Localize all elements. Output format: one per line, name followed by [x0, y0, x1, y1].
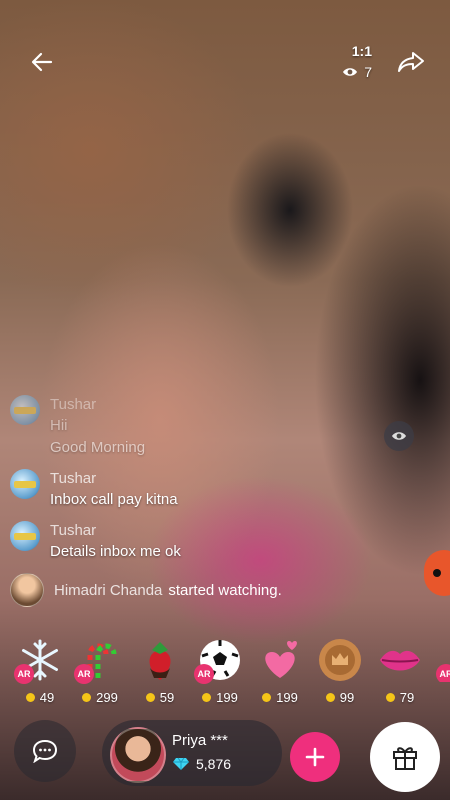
- gift-price: 299: [96, 690, 118, 705]
- avatar[interactable]: [110, 727, 166, 783]
- lips-icon: [378, 638, 422, 682]
- candy-cane-icon: AR: [74, 638, 122, 684]
- chat-username[interactable]: Tushar: [50, 521, 181, 541]
- gift-item[interactable]: 59: [134, 638, 186, 705]
- gift-box-icon: [393, 747, 417, 770]
- strawberry-icon: [138, 638, 182, 682]
- host-profile-card[interactable]: Priya *** 5,876: [102, 720, 282, 786]
- chat-text: Details inbox me ok: [50, 543, 181, 560]
- snowflake-icon: AR: [14, 638, 62, 684]
- dot-icon: [433, 569, 441, 577]
- gift-price: 79: [399, 690, 415, 705]
- eye-icon: [392, 432, 406, 440]
- chat-text: Hii: [50, 417, 68, 434]
- chat-bubble-icon: [32, 739, 58, 763]
- share-button[interactable]: [394, 46, 428, 78]
- gift-bar: AR 49 AR 299 59 AR 199 199 99 79 AR: [0, 638, 450, 708]
- chat-text: Good Morning: [50, 439, 146, 456]
- side-panel-toggle[interactable]: [424, 550, 450, 596]
- aspect-ratio-label[interactable]: 1:1: [352, 43, 372, 59]
- diamond-count: 5,876: [196, 756, 232, 772]
- chat-message: Tushar Inbox call pay kitna: [10, 469, 330, 511]
- back-arrow-icon: [31, 52, 53, 72]
- gift-item[interactable]: AR 199: [194, 638, 246, 705]
- gift-price: 199: [216, 690, 238, 705]
- coin-icon: [82, 693, 92, 702]
- gift-item[interactable]: AR: [434, 638, 450, 682]
- plus-icon: [305, 747, 325, 767]
- gift-item[interactable]: 99: [314, 638, 366, 705]
- hearts-icon: [258, 638, 302, 682]
- comment-button[interactable]: [14, 720, 76, 782]
- top-bar: 1:1 7: [0, 0, 450, 110]
- back-button[interactable]: [26, 46, 58, 78]
- send-gift-button[interactable]: [370, 722, 440, 792]
- hide-overlay-button[interactable]: [384, 421, 414, 451]
- avatar[interactable]: [10, 573, 44, 607]
- chat-text: Inbox call pay kitna: [50, 491, 178, 508]
- diamond-icon: [173, 757, 189, 770]
- gift-icon: AR: [434, 638, 450, 682]
- join-text: started watching.: [168, 581, 282, 599]
- chat-username[interactable]: Tushar: [50, 469, 178, 489]
- coin-icon: [145, 693, 155, 702]
- gift-price: 49: [39, 690, 55, 705]
- join-username[interactable]: Himadri Chanda: [54, 582, 162, 599]
- coin-icon: [262, 693, 272, 702]
- host-name: Priya ***: [172, 732, 228, 749]
- gift-price: 99: [339, 690, 355, 705]
- crown-medal-icon: [318, 638, 362, 682]
- avatar[interactable]: [10, 521, 40, 551]
- viewer-count-number: 7: [364, 64, 372, 80]
- gift-item[interactable]: 199: [254, 638, 306, 705]
- follow-plus-button[interactable]: [290, 732, 340, 782]
- gift-item[interactable]: 79: [374, 638, 426, 705]
- avatar[interactable]: [10, 395, 40, 425]
- soccer-ball-icon: AR: [194, 638, 242, 684]
- gift-item[interactable]: AR 299: [74, 638, 126, 705]
- coin-icon: [25, 693, 35, 702]
- gift-price: 199: [276, 690, 298, 705]
- coin-icon: [385, 693, 395, 702]
- chat-feed: Tushar Hii Good Morning Tushar Inbox cal…: [10, 395, 330, 607]
- host-diamond-count: 5,876: [172, 756, 231, 772]
- coin-icon: [325, 693, 335, 702]
- avatar[interactable]: [10, 469, 40, 499]
- join-event: Himadri Chanda started watching.: [10, 573, 330, 607]
- eye-icon: [343, 68, 358, 76]
- chat-message: Tushar Hii Good Morning: [10, 395, 330, 459]
- chat-username[interactable]: Tushar: [50, 395, 145, 415]
- chat-message: Tushar Details inbox me ok: [10, 521, 330, 563]
- ar-badge: AR: [194, 664, 214, 684]
- coin-icon: [202, 693, 212, 702]
- bottom-bar: Priya *** 5,876: [0, 712, 450, 800]
- gift-item[interactable]: AR 49: [14, 638, 66, 705]
- ar-badge: AR: [436, 664, 450, 682]
- share-forward-icon: [398, 52, 424, 72]
- viewer-count[interactable]: 7: [342, 64, 372, 80]
- ar-badge: AR: [14, 664, 34, 684]
- ar-badge: AR: [74, 664, 94, 684]
- gift-price: 59: [159, 690, 175, 705]
